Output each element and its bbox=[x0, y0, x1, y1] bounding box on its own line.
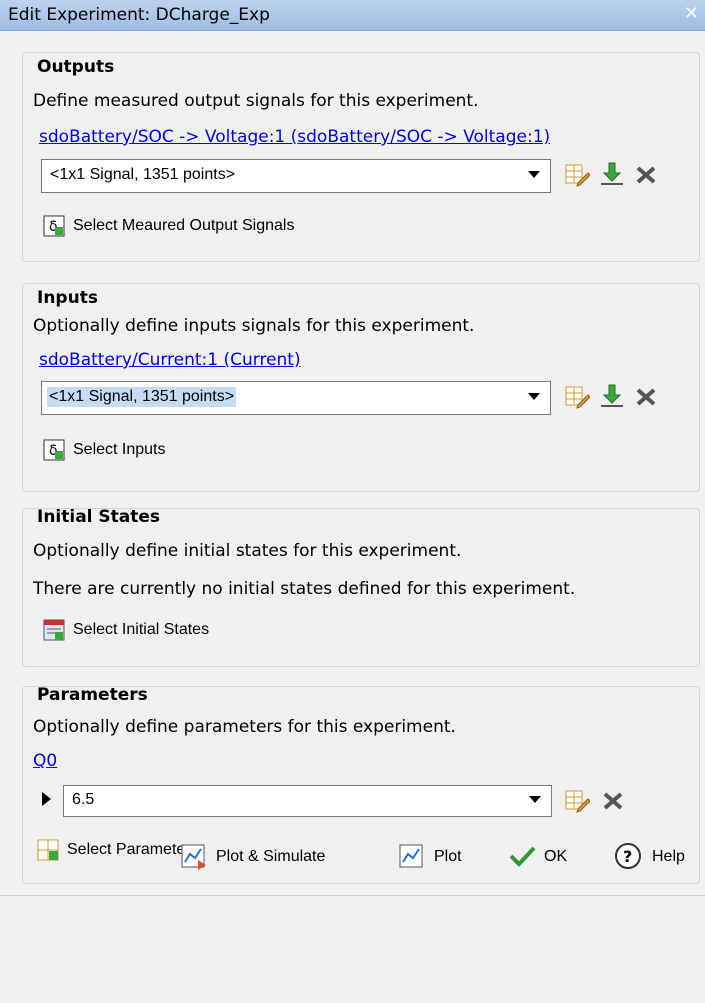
initial-states-icon bbox=[43, 619, 65, 641]
outputs-combo-value: <1x1 Signal, 1351 points> bbox=[50, 166, 236, 183]
select-inputs-label: Select Inputs bbox=[73, 441, 166, 458]
ok-label: OK bbox=[544, 848, 568, 865]
inputs-signal-link[interactable]: sdoBattery/Current:1 (Current) bbox=[39, 350, 301, 370]
expand-arrow-icon[interactable] bbox=[40, 791, 52, 807]
outputs-description: Define measured output signals for this … bbox=[33, 91, 479, 111]
inputs-section: Inputs Optionally define inputs signals … bbox=[22, 283, 700, 492]
close-icon[interactable]: ✕ bbox=[684, 3, 699, 24]
parameters-description: Optionally define parameters for this ex… bbox=[33, 717, 456, 737]
parameter-value: 6.5 bbox=[72, 791, 95, 808]
chevron-down-icon[interactable] bbox=[528, 171, 540, 178]
inputs-title: Inputs bbox=[37, 288, 98, 308]
inputs-combo-value: <1x1 Signal, 1351 points> bbox=[47, 387, 237, 407]
import-icon[interactable] bbox=[599, 161, 625, 187]
help-icon: ? bbox=[615, 843, 641, 869]
plot-simulate-icon bbox=[181, 844, 206, 870]
delete-icon[interactable] bbox=[633, 383, 659, 409]
initial-states-title: Initial States bbox=[37, 507, 161, 527]
help-label: Help bbox=[652, 848, 685, 865]
delete-icon[interactable] bbox=[600, 787, 626, 813]
import-icon[interactable] bbox=[599, 383, 625, 409]
chevron-down-icon[interactable] bbox=[529, 796, 541, 803]
edit-signal-icon[interactable] bbox=[564, 161, 590, 187]
delete-icon[interactable] bbox=[633, 161, 659, 187]
status-bar bbox=[0, 895, 705, 1003]
inputs-description: Optionally define inputs signals for thi… bbox=[33, 316, 475, 336]
plot-simulate-label: Plot & Simulate bbox=[216, 848, 326, 865]
chevron-down-icon[interactable] bbox=[528, 393, 540, 400]
outputs-signal-link[interactable]: sdoBattery/SOC -> Voltage:1 (sdoBattery/… bbox=[39, 127, 550, 147]
select-measured-outputs-label: Select Meaured Output Signals bbox=[73, 217, 295, 234]
initial-states-info: There are currently no initial states de… bbox=[33, 579, 576, 599]
checkmark-icon bbox=[509, 846, 536, 867]
edit-signal-icon[interactable] bbox=[564, 383, 590, 409]
plot-label: Plot bbox=[434, 848, 462, 865]
select-initial-states-button[interactable]: Select Initial States bbox=[43, 617, 303, 645]
outputs-signal-combo[interactable]: <1x1 Signal, 1351 points> bbox=[41, 159, 551, 193]
outputs-title: Outputs bbox=[37, 57, 115, 77]
select-measured-outputs-button[interactable]: δ Select Meaured Output Signals bbox=[43, 213, 403, 241]
plot-simulate-button[interactable]: Plot & Simulate bbox=[180, 842, 370, 872]
svg-text:?: ? bbox=[623, 847, 632, 866]
select-parameters-label: Select Parameters bbox=[67, 841, 199, 858]
window-title: Edit Experiment: DCharge_Exp bbox=[8, 5, 270, 25]
initial-states-section: Initial States Optionally define initial… bbox=[22, 507, 700, 667]
parameters-title: Parameters bbox=[37, 685, 148, 705]
plot-icon bbox=[399, 844, 423, 868]
select-signal-icon: δ bbox=[43, 215, 65, 237]
select-signal-icon: δ bbox=[43, 439, 65, 461]
parameter-value-combo[interactable]: 6.5 bbox=[63, 785, 552, 817]
edit-parameter-icon[interactable] bbox=[564, 787, 590, 813]
outputs-section: Outputs Define measured output signals f… bbox=[22, 52, 700, 262]
ok-button[interactable]: OK bbox=[508, 842, 588, 872]
select-inputs-button[interactable]: δ Select Inputs bbox=[43, 437, 243, 465]
parameter-link-q0[interactable]: Q0 bbox=[33, 751, 57, 771]
plot-button[interactable]: Plot bbox=[398, 842, 478, 872]
title-bar: Edit Experiment: DCharge_Exp ✕ bbox=[0, 0, 705, 31]
initial-states-description: Optionally define initial states for thi… bbox=[33, 541, 462, 561]
select-initial-states-label: Select Initial States bbox=[73, 621, 210, 638]
help-button[interactable]: ? Help bbox=[614, 842, 694, 872]
inputs-signal-combo[interactable]: <1x1 Signal, 1351 points> bbox=[41, 381, 551, 415]
parameters-grid-icon bbox=[37, 839, 59, 861]
